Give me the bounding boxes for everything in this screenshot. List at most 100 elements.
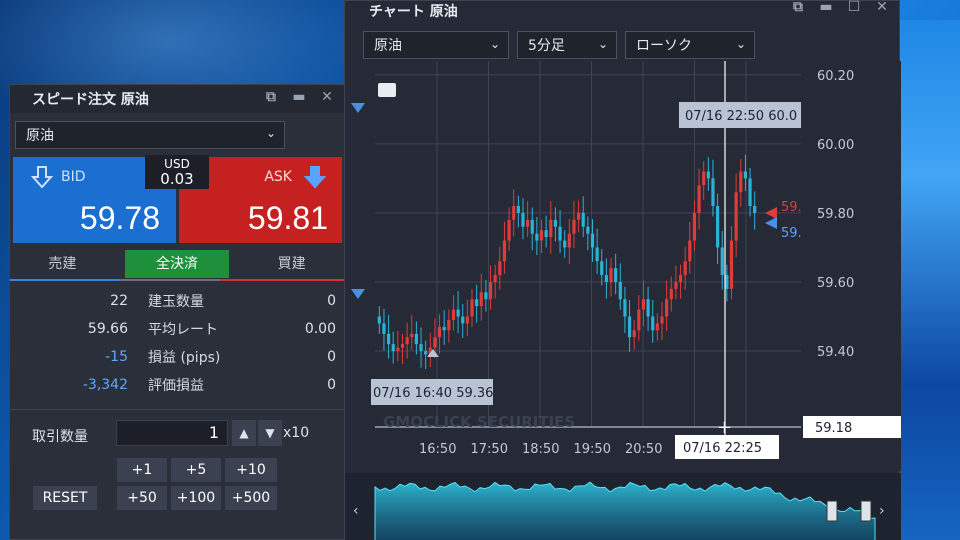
spread-badge: USD 0.03: [145, 155, 209, 189]
close-icon[interactable]: ✕: [875, 0, 889, 15]
candle-body: [678, 275, 683, 282]
nav-right-arrow[interactable]: ›: [879, 503, 885, 519]
candle-body: [558, 226, 562, 241]
symbol-select[interactable]: 原油 ⌄: [15, 121, 285, 149]
row-label: 評価損益: [148, 378, 204, 394]
tab-sell[interactable]: 売建: [10, 250, 115, 278]
tab-buy[interactable]: 買建: [239, 250, 344, 278]
candle-body: [692, 212, 697, 241]
symbol-select-value: 原油: [26, 128, 54, 144]
candle-body: [567, 233, 571, 248]
add-100-button[interactable]: +100: [170, 485, 222, 511]
nav-handle-left[interactable]: [826, 500, 838, 522]
candle-body: [660, 316, 664, 324]
chart-symbol-value: 原油: [374, 38, 402, 54]
y-tick-label: 60.20: [817, 69, 854, 84]
mid-underline: [120, 279, 220, 281]
navigator-strip[interactable]: ‹ ›: [345, 473, 901, 540]
chart-titlebar[interactable]: チャート 原油 ⧉ ▬ ☐ ✕: [345, 0, 899, 21]
candle-body: [498, 261, 502, 276]
chevron-down-icon: ⌄: [597, 37, 608, 51]
nav-left-arrow[interactable]: ‹: [353, 503, 359, 519]
comment-icon[interactable]: [378, 83, 396, 97]
chevron-down-icon: ⌄: [265, 126, 276, 140]
y-tick-label: 59.80: [817, 207, 854, 222]
candle-body: [493, 275, 497, 282]
popout-icon[interactable]: ⧉: [791, 0, 805, 15]
candle-body: [590, 233, 595, 248]
candle-body: [553, 219, 558, 227]
quantity-input[interactable]: 1: [116, 420, 228, 446]
spread-currency: USD: [164, 157, 190, 171]
candle-body: [414, 333, 418, 345]
nav-handle-right[interactable]: [860, 500, 872, 522]
watermark: GMOCLICK SECURITIES: [383, 413, 575, 431]
speed-order-window: スピード注文 原油 ⧉ ▬ ✕ 原油 ⌄ BID 59.78 ASK 59.81…: [9, 84, 345, 540]
y-tick-label: 59.60: [817, 276, 854, 291]
candle-body: [720, 247, 724, 276]
candle-body: [530, 219, 534, 234]
candle-body: [716, 206, 720, 248]
candle-body: [688, 240, 692, 262]
arrow-down-icon: [304, 166, 326, 189]
x-tick-label: 16:50: [419, 442, 456, 457]
candle-body: [600, 261, 604, 276]
navigator-chart[interactable]: ‹ ›: [345, 473, 901, 540]
candle-body: [386, 333, 391, 345]
divider: [10, 409, 344, 410]
close-icon[interactable]: ✕: [320, 89, 334, 105]
add-1-button[interactable]: +1: [116, 457, 168, 483]
reset-button[interactable]: RESET: [32, 485, 98, 511]
candle-body: [451, 309, 456, 320]
bid-price: 59.78: [79, 200, 160, 236]
chart-symbol-select[interactable]: 原油 ⌄: [363, 31, 509, 59]
candle-body: [400, 344, 405, 348]
candle-body: [405, 337, 409, 345]
row-label: 平均レート: [148, 322, 218, 338]
speed-order-title: スピード注文 原油: [32, 92, 149, 108]
candle-body: [470, 299, 474, 317]
bid-label: BID: [61, 169, 86, 185]
interval-select[interactable]: 5分足 ⌄: [517, 31, 617, 59]
candle-body: [674, 281, 678, 289]
add-500-button[interactable]: +500: [224, 485, 278, 511]
candle-body: [479, 292, 483, 307]
candle-body: [581, 212, 585, 227]
candlestick-chart[interactable]: 60.20 60.00 59.80 59.60 59.40 16:50 17:50 18:50…: [345, 61, 901, 471]
minimize-icon[interactable]: ▬: [819, 0, 833, 15]
candle-body: [609, 268, 613, 282]
candle-body: [535, 233, 539, 241]
candle-body: [739, 171, 743, 193]
bid-marker-label: 59.: [781, 226, 802, 241]
add-10-button[interactable]: +10: [224, 457, 278, 483]
candle-body: [632, 330, 636, 338]
qty-label: 取引数量: [32, 429, 88, 445]
candle-body: [526, 219, 530, 227]
multiplier-label: x10: [283, 425, 310, 441]
speed-order-titlebar[interactable]: スピード注文 原油 ⧉ ▬ ✕: [10, 85, 344, 113]
info-row-qty: 22 建玉数量 0: [10, 287, 344, 315]
chart-type-select[interactable]: ローソク ⌄: [625, 31, 755, 59]
candle-body: [419, 344, 423, 352]
low-tooltip-text: 07/16 16:40 59.36: [373, 386, 493, 401]
ask-label: ASK: [264, 169, 292, 185]
chevron-down-icon: ⌄: [489, 37, 500, 51]
buy-avg-rate: 0.00: [304, 321, 336, 337]
sell-underline: [10, 279, 120, 281]
maximize-icon[interactable]: ☐: [847, 0, 861, 15]
ask-price: 59.81: [247, 200, 328, 236]
order-tabs: 売建 全決済 買建: [10, 247, 344, 281]
candle-body: [614, 268, 618, 282]
qty-up-button[interactable]: ▲: [232, 420, 256, 446]
chart-toolbar: 原油 ⌄ 5分足 ⌄ ローソク ⌄: [363, 31, 755, 59]
candle-body: [447, 319, 451, 331]
tab-close-all[interactable]: 全決済: [124, 250, 230, 278]
minimize-icon[interactable]: ▬: [292, 89, 306, 105]
candle-body: [734, 192, 738, 241]
popout-icon[interactable]: ⧉: [264, 89, 278, 105]
add-50-button[interactable]: +50: [116, 485, 168, 511]
buy-position-qty: 0: [327, 293, 336, 309]
qty-down-button[interactable]: ▼: [258, 420, 282, 446]
candle-body: [604, 275, 608, 282]
add-5-button[interactable]: +5: [170, 457, 222, 483]
